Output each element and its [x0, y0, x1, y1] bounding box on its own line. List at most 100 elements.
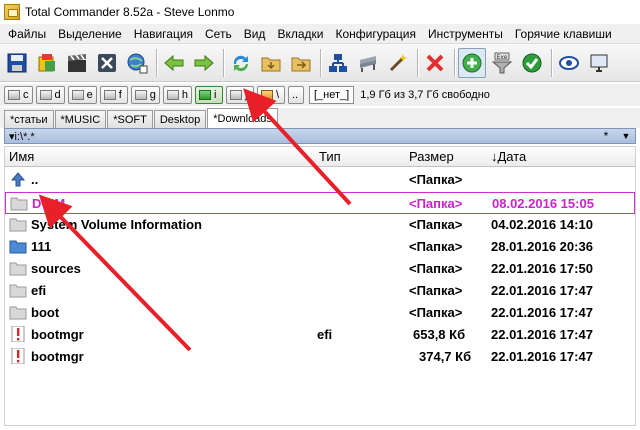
film-clapper-icon[interactable] — [63, 48, 91, 78]
file-size: <Папка> — [409, 196, 463, 211]
column-size[interactable]: Размер — [409, 149, 454, 164]
usb-drive-icon — [199, 90, 211, 100]
file-name: boot — [31, 305, 60, 320]
file-date: 22.01.2016 17:47 — [491, 305, 593, 320]
drive-icon — [39, 90, 52, 100]
drive-letter: f — [118, 89, 122, 101]
wand-icon[interactable] — [384, 48, 412, 78]
drive-letter: c — [23, 89, 29, 101]
tab-desktop[interactable]: Desktop — [153, 110, 207, 128]
file-row-111[interactable]: 111 <Папка> 28.01.2016 20:36 — [5, 236, 635, 258]
tab-soft[interactable]: *SOFT — [107, 110, 153, 128]
menu-tools[interactable]: Инструменты — [422, 25, 509, 43]
file-row-system-volume-information[interactable]: System Volume Information <Папка> 04.02.… — [5, 214, 635, 236]
check-icon[interactable] — [518, 48, 546, 78]
app-logo-icon — [4, 4, 20, 20]
tab-articles[interactable]: *статьи — [4, 110, 54, 128]
drive-letter: g — [149, 89, 156, 101]
path-bar[interactable]: ▾i:\*.* * ▼ — [4, 128, 636, 144]
arrow-right-icon[interactable] — [190, 48, 218, 78]
file-date: 22.01.2016 17:47 — [491, 327, 593, 342]
column-type[interactable]: Тип — [319, 149, 341, 164]
hotlist-dropdown-button[interactable]: ▼ — [617, 131, 635, 141]
menu-configuration[interactable]: Конфигурация — [329, 25, 422, 43]
file-date: 22.01.2016 17:47 — [491, 349, 593, 364]
drive-icon — [103, 90, 116, 100]
close-x-icon[interactable] — [93, 48, 121, 78]
column-date[interactable]: ↓Дата — [491, 149, 526, 164]
file-date: 08.02.2016 15:05 — [492, 196, 594, 211]
floppy-save-icon[interactable] — [3, 48, 31, 78]
bench-icon[interactable] — [354, 48, 382, 78]
file-name: System Volume Information — [31, 217, 202, 232]
pack-icon[interactable] — [33, 48, 61, 78]
folder-down-icon[interactable] — [257, 48, 285, 78]
file-name: bootmgr — [31, 349, 84, 364]
file-row-bootmgr-efi[interactable]: bootmgr efi 653,8 Кб 22.01.2016 17:47 — [5, 324, 635, 346]
drive-button-c[interactable]: c — [4, 86, 33, 104]
file-exclaim-icon — [11, 326, 25, 342]
menu-selection[interactable]: Выделение — [52, 25, 128, 43]
drive-button-f[interactable]: f — [99, 86, 128, 104]
file-exclaim-icon — [11, 348, 25, 364]
file-date: 22.01.2016 17:50 — [491, 261, 593, 276]
file-type: efi — [317, 327, 333, 342]
toolbar-separator — [417, 48, 418, 77]
menu-bar: Файлы Выделение Навигация Сеть Вид Вклад… — [0, 24, 640, 44]
monitor-icon[interactable] — [585, 48, 613, 78]
drive-button-d[interactable]: d — [35, 86, 65, 104]
tab-downloads[interactable]: *Downloads — [207, 108, 278, 128]
network-icon[interactable] — [324, 48, 352, 78]
toolbar: Exe — [0, 44, 640, 82]
drive-letter: d — [54, 89, 61, 101]
drive-button-e[interactable]: e — [67, 86, 97, 104]
drive-button-g[interactable]: g — [130, 86, 160, 104]
menu-hotkeys[interactable]: Горячие клавиши — [509, 25, 618, 43]
file-row-dcim[interactable]: DCIM <Папка> 08.02.2016 15:05 — [5, 192, 635, 214]
sync-refresh-icon[interactable] — [227, 48, 255, 78]
drive-letter: j — [245, 89, 248, 101]
file-size: 653,8 Кб — [413, 327, 466, 342]
drive-button-j[interactable]: j — [226, 86, 254, 104]
file-list[interactable]: Имя Тип Размер ↓Дата .. <Папка> DCIM <Па… — [4, 146, 636, 426]
drive-icon — [8, 90, 20, 100]
toolbar-separator — [156, 48, 157, 77]
drive-letter: i — [214, 89, 217, 101]
add-plus-icon[interactable] — [458, 47, 486, 78]
menu-network[interactable]: Сеть — [199, 25, 238, 43]
folder-icon — [9, 284, 27, 298]
drive-button-i[interactable]: i — [195, 86, 223, 104]
file-row-bootmgr[interactable]: bootmgr 374,7 Кб 22.01.2016 17:47 — [5, 346, 635, 368]
folder-icon — [9, 218, 27, 232]
menu-files[interactable]: Файлы — [2, 25, 52, 43]
drive-button-h[interactable]: h — [162, 86, 192, 104]
file-date: 22.01.2016 17:47 — [491, 283, 593, 298]
eye-icon[interactable] — [555, 48, 583, 78]
drive-letter: e — [86, 89, 93, 101]
column-name[interactable]: Имя — [9, 149, 34, 164]
delete-x-icon[interactable] — [421, 48, 449, 78]
history-button[interactable]: * — [595, 129, 617, 143]
globe-icon[interactable] — [123, 48, 151, 78]
column-headers: Имя Тип Размер ↓Дата — [5, 147, 635, 167]
drive-label-select[interactable]: [_нет_] — [309, 86, 355, 104]
menu-navigation[interactable]: Навигация — [128, 25, 199, 43]
arrow-left-icon[interactable] — [160, 48, 188, 78]
exe-funnel-icon[interactable]: Exe — [488, 48, 516, 78]
menu-tabs[interactable]: Вкладки — [271, 25, 329, 43]
file-row-sources[interactable]: sources <Папка> 22.01.2016 17:50 — [5, 258, 635, 280]
drive-icon — [166, 90, 179, 100]
folder-right-icon[interactable] — [287, 48, 315, 78]
file-row-efi[interactable]: efi <Папка> 22.01.2016 17:47 — [5, 280, 635, 302]
file-size: <Папка> — [409, 239, 463, 254]
tab-music[interactable]: *MUSIC — [54, 110, 107, 128]
parent-dir-button[interactable]: .. — [288, 86, 304, 104]
menu-view[interactable]: Вид — [238, 25, 272, 43]
file-size: <Папка> — [409, 283, 463, 298]
file-row-parent[interactable]: .. <Папка> — [5, 169, 635, 191]
file-row-boot[interactable]: boot <Папка> 22.01.2016 17:47 — [5, 302, 635, 324]
cd-drive-icon — [230, 90, 242, 100]
file-size: <Папка> — [409, 172, 463, 187]
toolbar-separator — [454, 48, 455, 77]
network-drive-button[interactable]: \ — [257, 86, 285, 104]
